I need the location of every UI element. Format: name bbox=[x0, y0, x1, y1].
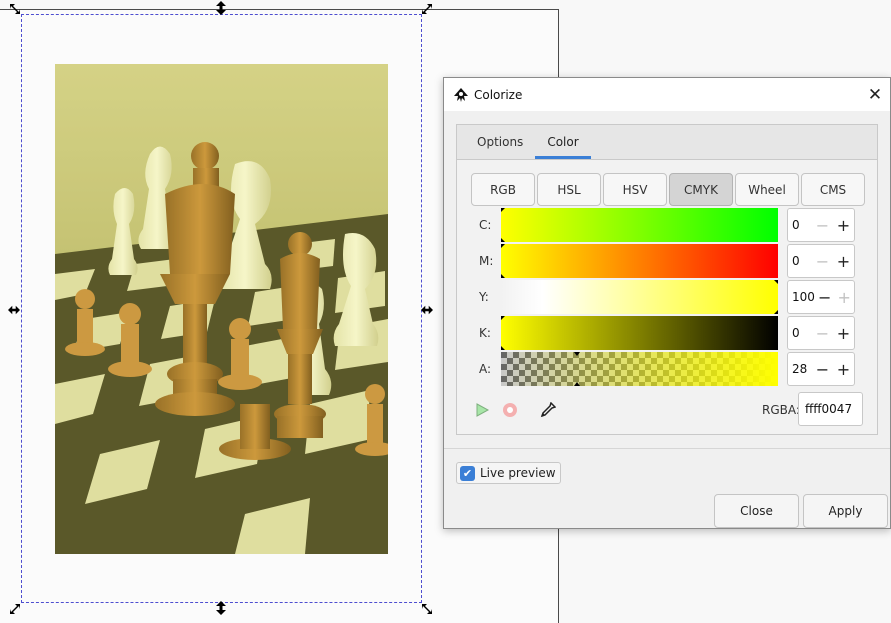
tab-bar: Options Color bbox=[457, 125, 877, 160]
close-button[interactable]: Close bbox=[714, 494, 799, 528]
mode-hsv-button[interactable]: HSV bbox=[603, 173, 667, 206]
plus-icon[interactable]: + bbox=[833, 245, 854, 277]
live-preview-toggle[interactable]: ✔ Live preview bbox=[456, 462, 561, 484]
scale-handle-bottom[interactable] bbox=[215, 601, 227, 615]
alpha-label: A: bbox=[479, 362, 492, 376]
checkmark-icon[interactable]: ✔ bbox=[460, 465, 475, 481]
tab-color[interactable]: Color bbox=[535, 125, 591, 159]
scale-handle-top-left[interactable] bbox=[9, 3, 21, 15]
color-notebook: Options Color RGB HSL HSV CMYK Wheel CMS… bbox=[456, 124, 878, 435]
magenta-value[interactable]: 0 bbox=[788, 254, 812, 268]
close-icon[interactable]: ✕ bbox=[860, 80, 890, 110]
mode-hsl-button[interactable]: HSL bbox=[537, 173, 601, 206]
cyan-label: C: bbox=[479, 218, 492, 232]
scale-handle-bottom-left[interactable] bbox=[9, 603, 21, 615]
black-slider[interactable] bbox=[501, 316, 778, 350]
magenta-label: M: bbox=[479, 254, 494, 268]
dialog-title: Colorize bbox=[474, 87, 523, 102]
black-value[interactable]: 0 bbox=[788, 326, 812, 340]
out-of-gamut-icon bbox=[473, 401, 491, 419]
inkscape-icon bbox=[453, 87, 469, 103]
alpha-spinbox[interactable]: 28 − + bbox=[787, 352, 855, 386]
black-spinbox[interactable]: 0 − + bbox=[787, 316, 855, 350]
plus-icon[interactable]: + bbox=[833, 209, 854, 241]
plus-icon[interactable]: + bbox=[834, 281, 854, 313]
mode-rgb-button[interactable]: RGB bbox=[471, 173, 535, 206]
cyan-spinbox[interactable]: 0 − + bbox=[787, 208, 855, 242]
yellow-spinbox[interactable]: 100 − + bbox=[787, 280, 855, 314]
rgba-label: RGBA: bbox=[762, 403, 800, 417]
tab-options[interactable]: Options bbox=[465, 125, 535, 159]
mode-cms-button[interactable]: CMS bbox=[801, 173, 865, 206]
alpha-value[interactable]: 28 bbox=[788, 362, 812, 376]
too-much-ink-icon bbox=[501, 401, 519, 419]
chess-pieces-photo[interactable] bbox=[55, 64, 388, 554]
cyan-value[interactable]: 0 bbox=[788, 218, 812, 232]
yellow-value[interactable]: 100 bbox=[788, 290, 815, 304]
color-picker-icon[interactable] bbox=[539, 401, 557, 419]
plus-icon[interactable]: + bbox=[833, 317, 854, 349]
slider-row-alpha: A: 28 − + bbox=[471, 352, 861, 386]
rgba-input[interactable]: ffff0047 bbox=[798, 392, 863, 426]
mode-cmyk-button[interactable]: CMYK bbox=[669, 173, 733, 206]
slider-row-magenta: M: 0 − + bbox=[471, 244, 861, 278]
scale-handle-right[interactable] bbox=[421, 304, 433, 316]
cyan-slider[interactable] bbox=[501, 208, 778, 242]
plus-icon[interactable]: + bbox=[833, 353, 854, 385]
yellow-label: Y: bbox=[479, 290, 489, 304]
scale-handle-top[interactable] bbox=[215, 1, 227, 15]
minus-icon[interactable]: − bbox=[812, 317, 833, 349]
slider-row-black: K: 0 − + bbox=[471, 316, 861, 350]
minus-icon[interactable]: − bbox=[812, 245, 833, 277]
black-label: K: bbox=[479, 326, 491, 340]
minus-icon[interactable]: − bbox=[812, 209, 833, 241]
slider-row-yellow: Y: 100 − + bbox=[471, 280, 861, 314]
slider-row-cyan: C: 0 − + bbox=[471, 208, 861, 242]
mode-wheel-button[interactable]: Wheel bbox=[735, 173, 799, 206]
scale-handle-bottom-right[interactable] bbox=[421, 603, 433, 615]
colorize-dialog: Colorize ✕ Options Color RGB HSL HSV CMY… bbox=[443, 77, 891, 529]
color-mode-selector: RGB HSL HSV CMYK Wheel CMS bbox=[471, 173, 865, 206]
dialog-titlebar[interactable]: Colorize ✕ bbox=[444, 78, 890, 111]
scale-handle-top-right[interactable] bbox=[421, 3, 433, 15]
yellow-slider[interactable] bbox=[501, 280, 778, 314]
alpha-slider[interactable] bbox=[501, 352, 778, 386]
magenta-slider[interactable] bbox=[501, 244, 778, 278]
live-preview-label: Live preview bbox=[480, 466, 556, 480]
minus-icon[interactable]: − bbox=[812, 353, 833, 385]
apply-button[interactable]: Apply bbox=[803, 494, 888, 528]
color-tools bbox=[473, 401, 557, 419]
separator bbox=[444, 448, 890, 449]
minus-icon[interactable]: − bbox=[815, 281, 835, 313]
scale-handle-left[interactable] bbox=[8, 304, 20, 316]
magenta-spinbox[interactable]: 0 − + bbox=[787, 244, 855, 278]
